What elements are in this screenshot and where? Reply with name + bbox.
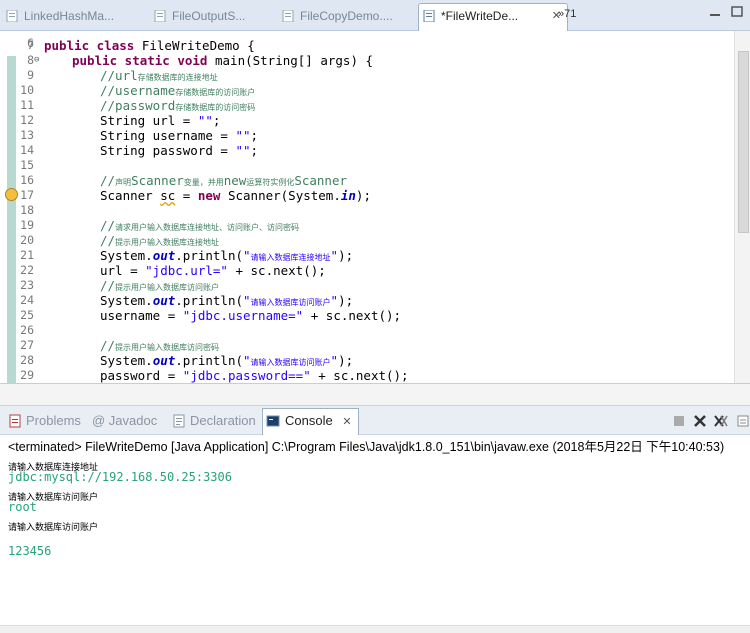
tab-filewritedemo[interactable]: *FileWriteDe... ✕ — [418, 3, 568, 31]
tab-label: FileOutputS... — [172, 9, 246, 23]
tab-label: FileCopyDemo.... — [300, 9, 393, 23]
remove-all-terminated-icon[interactable] — [714, 414, 728, 428]
console-status-line: <terminated> FileWriteDemo [Java Applica… — [8, 440, 725, 454]
editor-panel-divider[interactable] — [0, 383, 750, 406]
editor-vertical-scrollbar[interactable] — [734, 31, 750, 383]
tab-fileoutputstream[interactable]: FileOutputS... — [150, 4, 282, 28]
tab-javadoc[interactable]: @ Javadoc — [92, 412, 157, 430]
tab-problems[interactable]: Problems — [8, 412, 81, 430]
panel-tab-bar: Problems @ Javadoc Declaration Console ✕ — [0, 405, 750, 435]
tab-declaration[interactable]: Declaration — [172, 412, 256, 430]
editor-tab-bar: LinkedHashMa... FileOutputS... FileCopyD… — [0, 0, 750, 31]
scrollbar-thumb[interactable] — [738, 51, 749, 233]
java-file-icon — [154, 10, 166, 22]
tab-linkedhashmap[interactable]: LinkedHashMa... — [2, 4, 154, 28]
console-input-line: 123456 — [8, 544, 52, 558]
tab-label: *FileWriteDe... — [441, 9, 519, 23]
warning-icon[interactable] — [5, 188, 18, 201]
fold-icon[interactable]: ⊖ — [34, 53, 39, 68]
minimize-icon[interactable] — [708, 6, 722, 18]
clear-console-icon[interactable] — [736, 414, 750, 428]
more-tabs-indicator[interactable]: »71 — [558, 8, 576, 20]
java-file-icon — [6, 10, 18, 22]
annotation-gutter — [4, 31, 20, 383]
declaration-icon — [173, 414, 185, 428]
java-file-icon — [423, 10, 435, 22]
tab-console[interactable]: Console ✕ — [262, 408, 359, 435]
terminate-icon[interactable] — [672, 414, 686, 428]
problems-icon — [9, 414, 21, 428]
console-output-line: 请输入数据库访问账户 — [8, 523, 99, 533]
console-input-line: root — [8, 500, 37, 514]
remove-launch-icon[interactable] — [693, 414, 707, 428]
console-input-line: jdbc:mysql://192.168.50.25:3306 — [8, 470, 232, 484]
change-marker — [7, 56, 16, 383]
tab-label: LinkedHashMa... — [24, 9, 115, 23]
tab-filecopydemo[interactable]: FileCopyDemo.... — [278, 4, 425, 28]
code-editor[interactable]: 6 7 public class FileWriteDemo { 8 ⊖ public… — [0, 31, 750, 383]
console-icon — [266, 415, 280, 427]
maximize-icon[interactable] — [730, 6, 744, 18]
close-icon[interactable]: ✕ — [342, 416, 351, 428]
java-file-icon — [282, 10, 294, 22]
